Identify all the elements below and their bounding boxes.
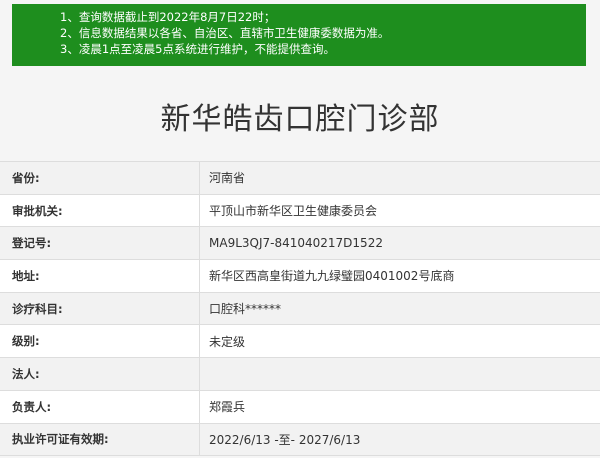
- row-value: 平顶山市新华区卫生健康委员会: [209, 204, 378, 219]
- table-row-department: 诊疗科目: 口腔科******: [0, 292, 600, 326]
- row-label: 负责人:: [0, 390, 200, 423]
- table-row-address: 地址: 新华区西高皇街道九九绿璧园0401002号底商: [0, 260, 600, 293]
- row-label: 省份:: [0, 162, 200, 194]
- row-label: 执业许可证有效期:: [0, 423, 200, 456]
- notice-line-3: 3、凌晨1点至凌晨5点系统进行维护，不能提供查询。: [60, 42, 335, 56]
- notice-banner: 1、查询数据截止到2022年8月7日22时； 2、信息数据结果以各省、自治区、直…: [12, 4, 586, 66]
- notice-line-2: 2、信息数据结果以各省、自治区、直辖市卫生健康委数据为准。: [60, 26, 390, 40]
- row-label: 法人:: [0, 358, 200, 390]
- row-label: 地址:: [0, 260, 200, 292]
- table-row-legal-person: 法人:: [0, 358, 600, 391]
- row-value: 2022/6/13 -至- 2027/6/13: [209, 432, 361, 447]
- row-value: 口腔科******: [209, 302, 282, 317]
- table-row-responsible: 负责人: 郑霞兵: [0, 390, 600, 424]
- row-label: 登记号:: [0, 227, 200, 260]
- table-row-authority: 审批机关: 平顶山市新华区卫生健康委员会: [0, 194, 600, 228]
- row-value: MA9L3QJ7-841040217D1522: [209, 236, 383, 251]
- table-row-province: 省份: 河南省: [0, 162, 600, 195]
- info-table: 省份: 河南省 审批机关: 平顶山市新华区卫生健康委员会 登记号: MA9L3Q…: [0, 161, 600, 457]
- row-value: 新华区西高皇街道九九绿璧园0401002号底商: [209, 269, 455, 284]
- notice-line-1: 1、查询数据截止到2022年8月7日22时；: [60, 10, 276, 24]
- row-value: 未定级: [209, 334, 246, 349]
- table-row-registration: 登记号: MA9L3QJ7-841040217D1522: [0, 227, 600, 261]
- row-label: 诊疗科目:: [0, 292, 200, 325]
- page-title: 新华皓齿口腔门诊部: [160, 102, 440, 137]
- table-row-license-validity: 执业许可证有效期: 2022/6/13 -至- 2027/6/13: [0, 423, 600, 457]
- row-value: 河南省: [209, 171, 246, 186]
- row-label: 审批机关:: [0, 194, 200, 227]
- row-label: 级别:: [0, 325, 200, 358]
- row-value: 郑霞兵: [209, 400, 246, 415]
- table-row-level: 级别: 未定级: [0, 325, 600, 359]
